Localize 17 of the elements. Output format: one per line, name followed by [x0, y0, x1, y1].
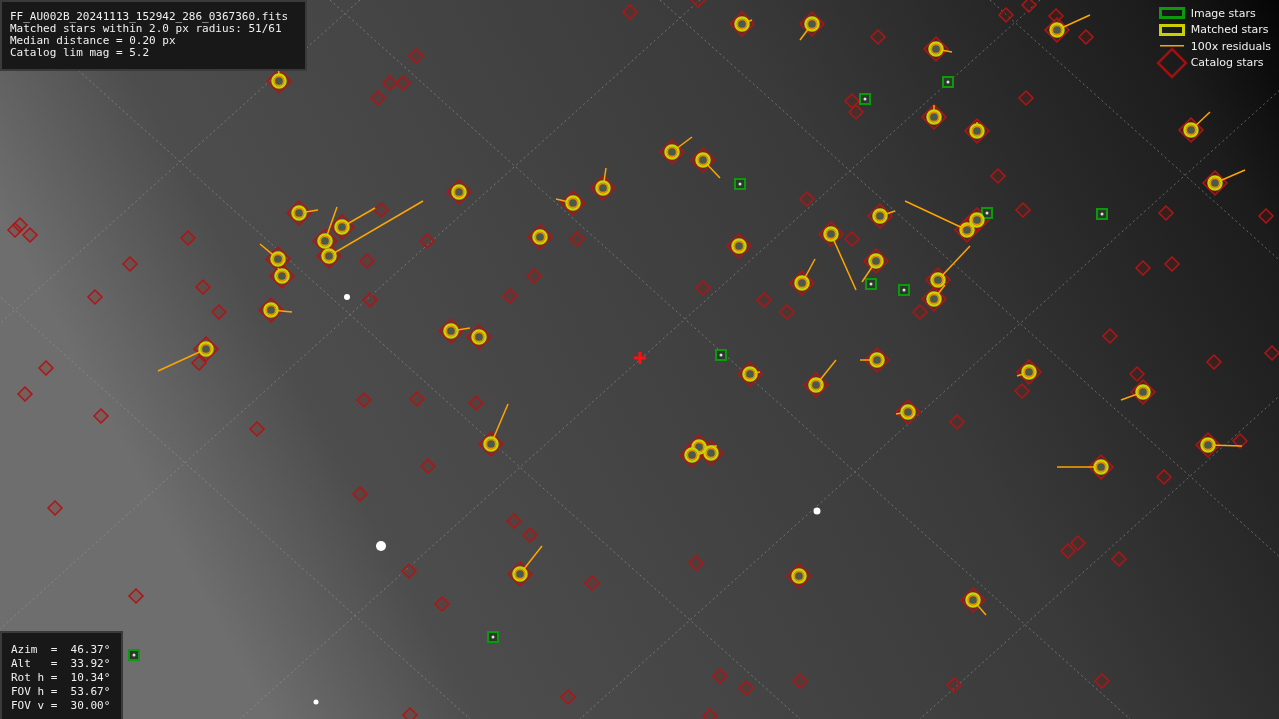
pointing-line: Azim = 46.37° — [11, 643, 112, 657]
pointing-line: Rot h = 10.34° — [11, 671, 112, 685]
legend-label: Image stars — [1190, 6, 1256, 20]
info-line: Matched stars within 2.0 px radius: 51/61 — [10, 23, 282, 35]
legend-label: Matched stars — [1190, 23, 1269, 37]
legend-label: 100x residuals — [1190, 39, 1271, 53]
info-line: FF_AU002B_20241113_152942_286_0367360.fits — [10, 11, 290, 23]
diamond-icon — [1155, 46, 1188, 79]
matched-star-swatch-icon — [1158, 23, 1185, 36]
legend-label: Catalog stars — [1190, 56, 1264, 70]
pointing-line: FOV v = 30.00° — [11, 699, 112, 713]
info-line: Median distance = 0.20 px — [10, 35, 177, 47]
pointing-line: Alt = 33.92° — [11, 657, 112, 671]
pointing-line: FOV h = 53.67° — [11, 685, 112, 699]
residual-line-icon — [1159, 45, 1184, 48]
image-star-swatch-icon — [1158, 7, 1185, 20]
info-line: Catalog lim mag = 5.2 — [10, 47, 151, 59]
